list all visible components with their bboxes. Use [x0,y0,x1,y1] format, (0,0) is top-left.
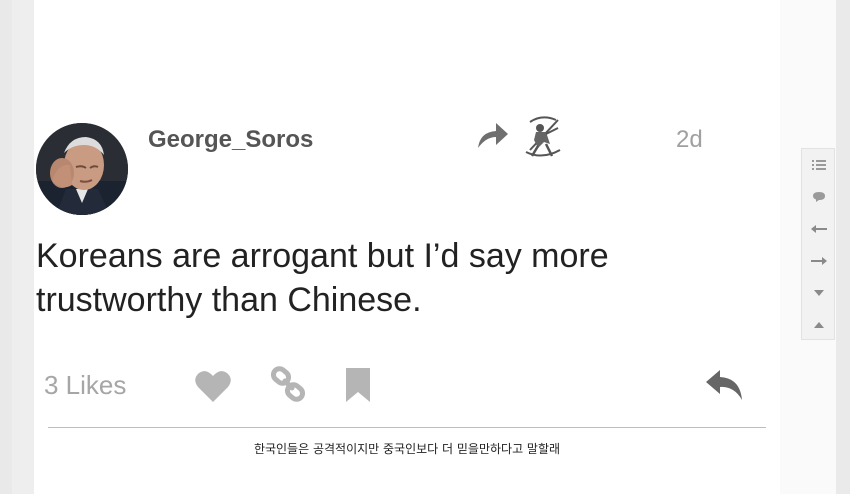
avatar[interactable] [36,123,128,215]
share-arrow-icon[interactable] [476,120,510,150]
caret-down-icon[interactable] [802,277,836,309]
arrow-left-icon[interactable] [802,213,836,245]
post-text: Koreans are arrogant but I’d say more tr… [36,237,609,319]
archer-badge-icon [516,112,568,164]
post-time: 2d [676,126,703,153]
arrow-right-icon[interactable] [802,245,836,277]
link-icon[interactable] [270,366,308,404]
caption: 한국인들은 공격적이지만 중국인보다 더 믿을만하다고 말할래 [253,442,561,456]
divider [48,427,766,428]
page: George_Soros 2d Koreans are arrogant but… [0,0,850,494]
heart-icon[interactable] [194,368,232,404]
post-actions: 3 Likes [44,366,744,406]
comment-icon[interactable] [802,181,836,213]
likes-count[interactable]: 3 Likes [44,370,126,401]
username[interactable]: George_Soros [148,126,313,154]
list-icon[interactable] [802,149,836,181]
caret-up-icon[interactable] [802,309,836,341]
scroll-track[interactable] [836,0,850,494]
bookmark-icon[interactable] [344,368,372,402]
side-toolbar [801,148,835,340]
left-margin [0,0,12,494]
reply-icon[interactable] [704,368,744,402]
avatar-image [36,123,128,215]
